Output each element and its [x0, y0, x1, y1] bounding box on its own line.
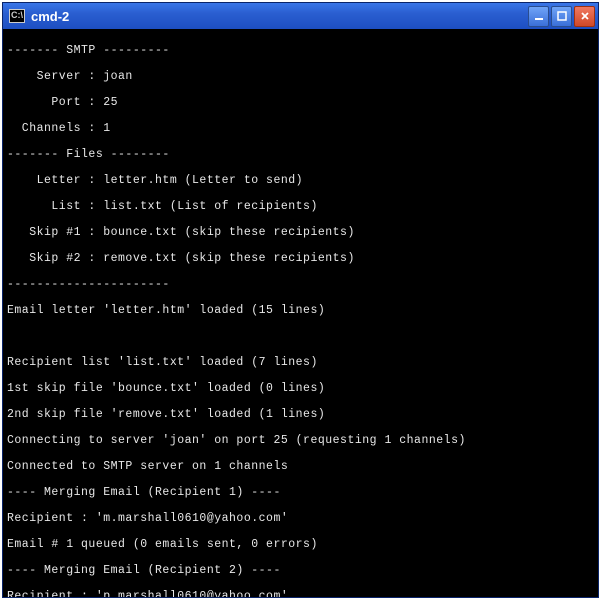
- divider: ----------------------: [7, 278, 594, 291]
- log-line: Email letter 'letter.htm' loaded (15 lin…: [7, 304, 594, 317]
- cfg-skip1: Skip #1 : bounce.txt (skip these recipie…: [7, 226, 594, 239]
- cfg-letter: Letter : letter.htm (Letter to send): [7, 174, 594, 187]
- log-line: Recipient list 'list.txt' loaded (7 line…: [7, 356, 594, 369]
- log-line: Email # 1 queued (0 emails sent, 0 error…: [7, 538, 594, 551]
- log-line: 1st skip file 'bounce.txt' loaded (0 lin…: [7, 382, 594, 395]
- cfg-port: Port : 25: [7, 96, 594, 109]
- cfg-server: Server : joan: [7, 70, 594, 83]
- log-line: Connected to SMTP server on 1 channels: [7, 460, 594, 473]
- window-title: cmd-2: [31, 9, 528, 24]
- log-line: Connecting to server 'joan' on port 25 (…: [7, 434, 594, 447]
- log-line: Recipient : 'm.marshall0610@yahoo.com': [7, 512, 594, 525]
- window-buttons: [528, 6, 595, 27]
- files-header: ------- Files --------: [7, 148, 594, 161]
- cmd-window: C:\ cmd-2 ------- SMTP --------- Server …: [2, 2, 599, 598]
- smtp-header: ------- SMTP ---------: [7, 44, 594, 57]
- blank: [7, 330, 594, 343]
- close-button[interactable]: [574, 6, 595, 27]
- titlebar[interactable]: C:\ cmd-2: [3, 3, 598, 29]
- cfg-skip2: Skip #2 : remove.txt (skip these recipie…: [7, 252, 594, 265]
- log-line: 2nd skip file 'remove.txt' loaded (1 lin…: [7, 408, 594, 421]
- cmd-icon: C:\: [9, 9, 25, 23]
- log-line: ---- Merging Email (Recipient 1) ----: [7, 486, 594, 499]
- log-line: ---- Merging Email (Recipient 2) ----: [7, 564, 594, 577]
- terminal-output[interactable]: ------- SMTP --------- Server : joan Por…: [3, 29, 598, 597]
- maximize-button[interactable]: [551, 6, 572, 27]
- minimize-button[interactable]: [528, 6, 549, 27]
- log-line: Recipient : 'p.marshall0610@yahoo.com': [7, 590, 594, 597]
- cfg-list: List : list.txt (List of recipients): [7, 200, 594, 213]
- cfg-channels: Channels : 1: [7, 122, 594, 135]
